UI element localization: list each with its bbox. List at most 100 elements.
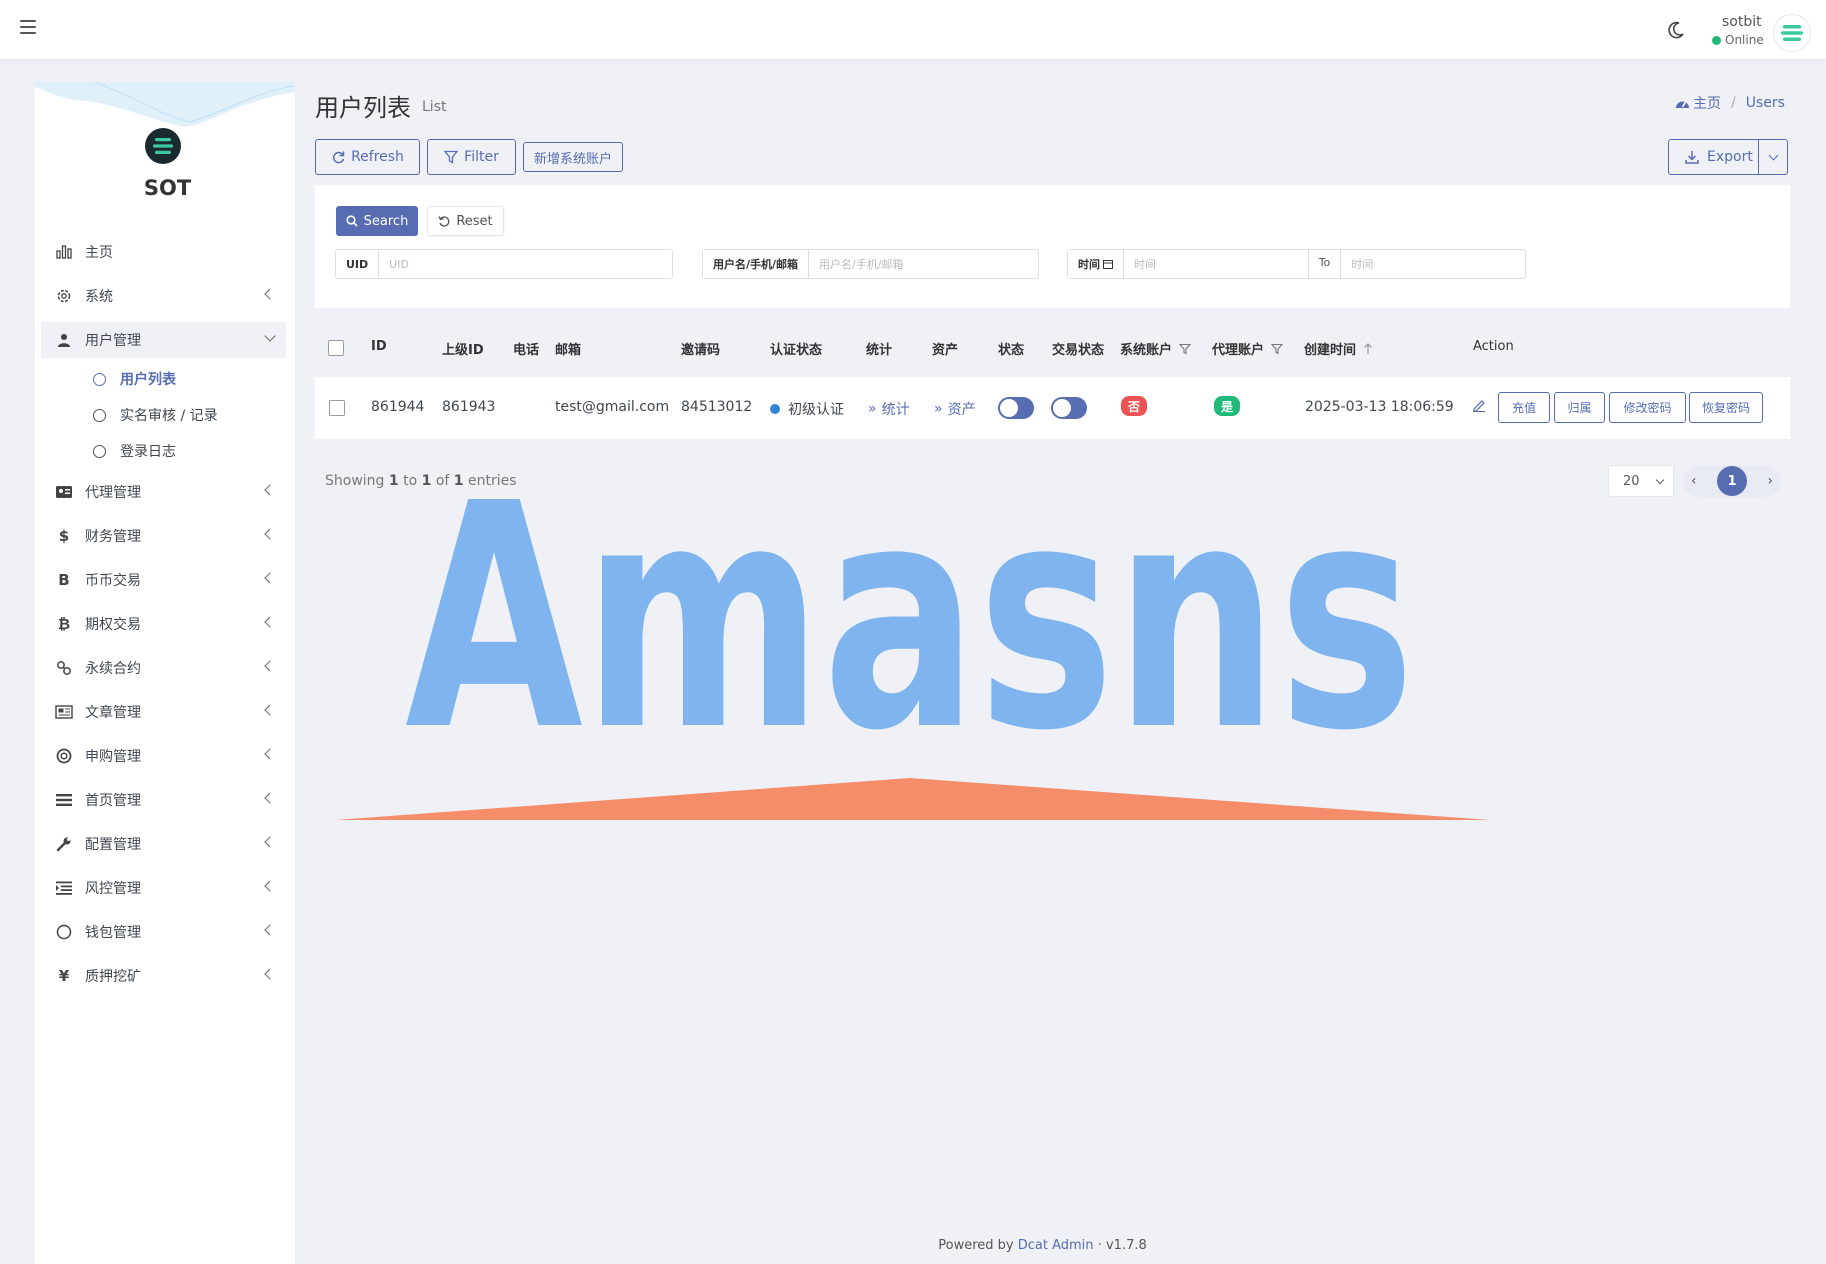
undo-icon bbox=[438, 216, 450, 227]
sidebar-item-agent[interactable]: 代理管理 bbox=[41, 474, 286, 510]
trade-status-toggle[interactable] bbox=[1051, 397, 1087, 419]
chevron-left-icon bbox=[264, 968, 276, 980]
double-chevron-right-icon: » bbox=[868, 401, 877, 417]
dark-mode-toggle-icon[interactable] bbox=[1666, 20, 1686, 40]
username-label[interactable]: sotbit bbox=[1722, 14, 1762, 30]
reset-button[interactable]: Reset bbox=[427, 206, 504, 236]
uid-filter: UID bbox=[335, 249, 673, 279]
search-button[interactable]: Search bbox=[336, 206, 418, 236]
export-button[interactable]: Export bbox=[1668, 139, 1788, 175]
dcat-admin-link[interactable]: Dcat Admin bbox=[1018, 1238, 1094, 1253]
export-dropdown-chevron-icon[interactable] bbox=[1768, 150, 1779, 161]
time-start-input[interactable] bbox=[1124, 250, 1308, 278]
sidebar-item-risk-control[interactable]: 风控管理 bbox=[41, 870, 286, 906]
sidebar-item-finance[interactable]: $ 财务管理 bbox=[41, 518, 286, 554]
stats-link[interactable]: » 统计 bbox=[868, 399, 910, 419]
refresh-button[interactable]: Refresh bbox=[315, 139, 420, 175]
refresh-icon bbox=[333, 151, 345, 164]
sidebar-item-system[interactable]: 系统 bbox=[41, 278, 286, 314]
yen-icon: ¥ bbox=[58, 967, 70, 985]
per-page-select[interactable]: 20 bbox=[1608, 465, 1674, 497]
recharge-button[interactable]: 充值 bbox=[1498, 392, 1550, 423]
filter-icon[interactable] bbox=[1179, 343, 1192, 355]
cell-id: 861944 bbox=[371, 399, 425, 415]
column-header-email: 邮箱 bbox=[555, 343, 582, 358]
assign-button[interactable]: 归属 bbox=[1554, 392, 1605, 423]
double-chevron-right-icon: » bbox=[934, 401, 943, 417]
sort-up-icon[interactable] bbox=[1363, 342, 1373, 355]
sidebar-item-perpetual[interactable]: 永续合约 bbox=[41, 650, 286, 686]
b-icon: B bbox=[58, 571, 70, 589]
calendar-icon bbox=[1103, 260, 1113, 269]
dashboard-icon bbox=[1676, 101, 1689, 108]
time-filter: 时间 To bbox=[1067, 249, 1526, 279]
change-password-button[interactable]: 修改密码 bbox=[1609, 392, 1686, 423]
sidebar-item-subscription[interactable]: 申购管理 bbox=[41, 738, 286, 774]
status-dot-icon bbox=[770, 404, 780, 414]
chevron-left-icon bbox=[264, 880, 276, 892]
column-header-system-account[interactable]: 系统账户 bbox=[1120, 339, 1192, 358]
chevron-left-icon bbox=[264, 748, 276, 760]
sidebar-item-wallet[interactable]: 钱包管理 bbox=[41, 914, 286, 950]
next-page-icon[interactable]: › bbox=[1767, 473, 1773, 489]
footer: Powered by Dcat Admin · v1.7.8 bbox=[938, 1238, 1147, 1253]
row-checkbox[interactable] bbox=[329, 400, 345, 416]
pagination: ‹ 1 › bbox=[1683, 465, 1781, 497]
page-subtitle: List bbox=[422, 99, 447, 115]
sidebar-item-home[interactable]: 主页 bbox=[41, 234, 286, 270]
status-toggle[interactable] bbox=[998, 397, 1034, 419]
chevron-down-icon bbox=[1655, 475, 1665, 485]
sidebar-subitem-login-log[interactable]: 登录日志 bbox=[93, 436, 283, 466]
reset-password-button[interactable]: 恢复密码 bbox=[1689, 392, 1763, 423]
user-avatar[interactable] bbox=[1773, 14, 1811, 52]
page-button[interactable]: 1 bbox=[1717, 466, 1747, 496]
agent-account-badge: 是 bbox=[1214, 396, 1240, 416]
sidebar-item-homepage[interactable]: 首页管理 bbox=[41, 782, 286, 818]
edit-icon[interactable] bbox=[1472, 398, 1486, 412]
column-header-parent-id[interactable]: 上级ID bbox=[442, 339, 484, 358]
chevron-left-icon bbox=[264, 572, 276, 584]
to-label: To bbox=[1307, 250, 1342, 278]
column-header-created-at[interactable]: 创建时间 bbox=[1304, 339, 1373, 358]
chevron-left-icon bbox=[264, 704, 276, 716]
column-header-invite-code: 邀请码 bbox=[681, 343, 721, 358]
sidebar-wave-decoration bbox=[35, 82, 295, 127]
column-header-id[interactable]: ID bbox=[371, 339, 387, 354]
sidebar-item-config[interactable]: 配置管理 bbox=[41, 826, 286, 862]
assets-link[interactable]: » 资产 bbox=[934, 399, 976, 419]
sidebar-item-spot-trading[interactable]: B 币币交易 bbox=[41, 562, 286, 598]
column-header-auth-status: 认证状态 bbox=[770, 343, 823, 358]
sidebar-subitem-user-list[interactable]: 用户列表 bbox=[93, 364, 283, 394]
download-icon bbox=[1685, 151, 1699, 164]
column-header-phone: 电话 bbox=[513, 343, 540, 358]
uid-input[interactable] bbox=[379, 250, 672, 278]
sidebar-item-articles[interactable]: 文章管理 bbox=[41, 694, 286, 730]
circle-icon bbox=[93, 372, 106, 386]
filter-icon[interactable] bbox=[1271, 343, 1284, 355]
name-phone-email-input[interactable] bbox=[809, 250, 1038, 278]
bitcoin-icon: ₿ bbox=[57, 615, 71, 633]
wrench-icon bbox=[55, 835, 73, 853]
system-account-badge: 否 bbox=[1121, 396, 1147, 416]
sidebar-subitem-kyc-review[interactable]: 实名审核 / 记录 bbox=[93, 400, 283, 430]
watermark-swoosh bbox=[335, 778, 1490, 820]
time-end-input[interactable] bbox=[1341, 250, 1525, 278]
gear-icon bbox=[55, 287, 73, 305]
chevron-left-icon bbox=[264, 616, 276, 628]
chevron-left-icon bbox=[264, 528, 276, 540]
column-header-agent-account[interactable]: 代理账户 bbox=[1212, 339, 1284, 358]
breadcrumb-home[interactable]: 主页 bbox=[1675, 93, 1721, 113]
add-system-account-button[interactable]: 新增系统账户 bbox=[523, 142, 623, 172]
cell-email: test@gmail.com bbox=[555, 399, 670, 415]
sidebar-item-staking[interactable]: ¥ 质押挖矿 bbox=[41, 958, 286, 994]
filter-button[interactable]: Filter bbox=[427, 139, 516, 175]
prev-page-icon[interactable]: ‹ bbox=[1691, 473, 1697, 489]
sidebar-item-user-management[interactable]: 用户管理 bbox=[41, 322, 286, 358]
sidebar-item-options[interactable]: ₿ 期权交易 bbox=[41, 606, 286, 642]
circle-icon bbox=[93, 444, 106, 458]
page-title: 用户列表 bbox=[315, 94, 411, 122]
indent-icon bbox=[55, 879, 73, 897]
id-card-icon bbox=[55, 483, 73, 501]
menu-toggle-icon[interactable] bbox=[20, 20, 36, 34]
select-all-checkbox[interactable] bbox=[328, 340, 344, 356]
